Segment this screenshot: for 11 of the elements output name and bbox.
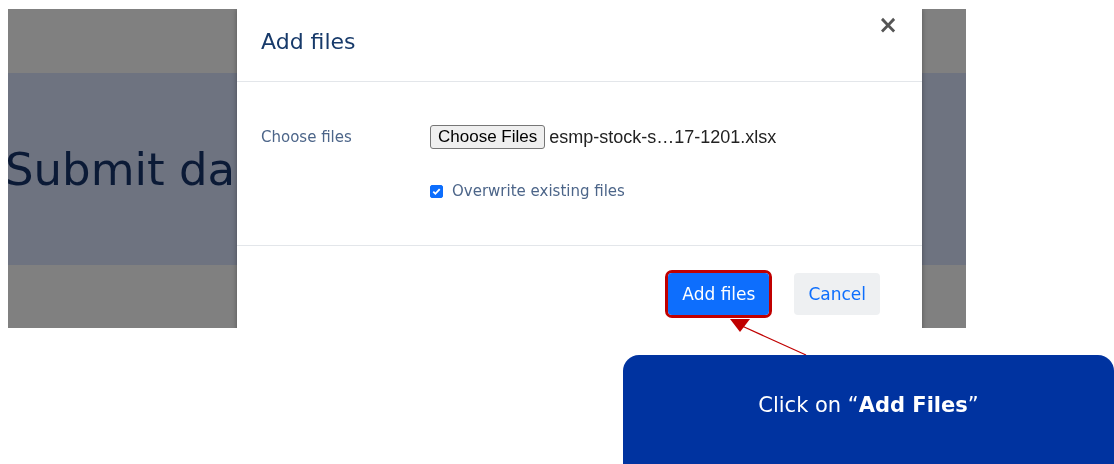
add-files-button[interactable]: Add files bbox=[668, 273, 770, 315]
checkbox-label: Overwrite existing files bbox=[452, 182, 625, 200]
page-heading: Submit da bbox=[8, 142, 236, 196]
close-button[interactable]: × bbox=[873, 11, 902, 39]
cancel-button[interactable]: Cancel bbox=[794, 273, 880, 315]
file-name: esmp-stock-s…17-1201.xlsx bbox=[549, 126, 777, 148]
choose-files-button[interactable]: Choose Files bbox=[430, 125, 546, 149]
dialog-title: Add files bbox=[261, 28, 356, 54]
field-label: Choose files bbox=[261, 128, 353, 146]
callout-text: Click on “Add Files” bbox=[758, 393, 979, 419]
checkbox[interactable] bbox=[430, 184, 443, 198]
